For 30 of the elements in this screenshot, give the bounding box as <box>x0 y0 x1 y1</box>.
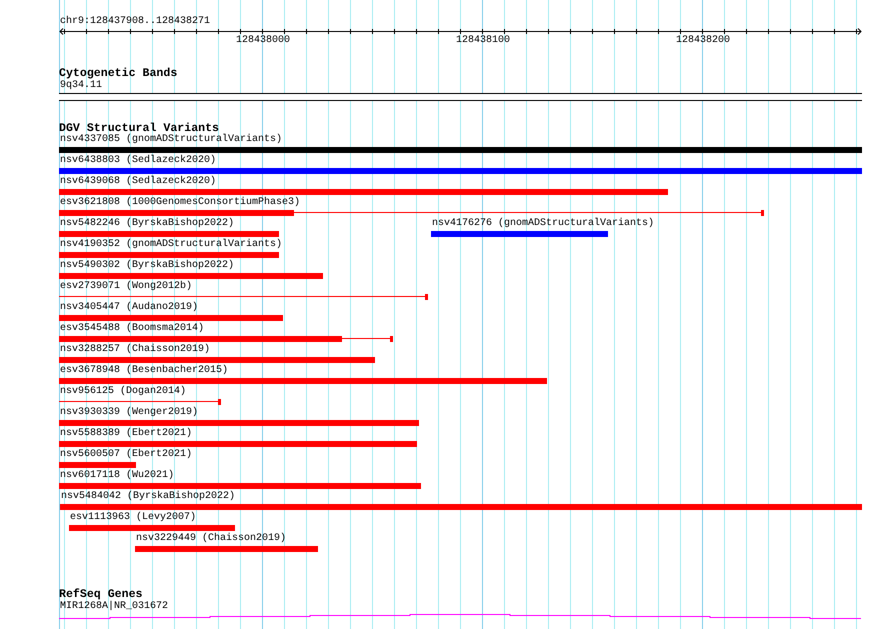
variant-label: esv1113963 (Levy2007) <box>69 513 196 523</box>
tick-label: 128438100 <box>456 36 510 46</box>
variant-label: nsv6017118 (Wu2021) <box>59 471 174 481</box>
tick-label: 128438200 <box>676 36 730 46</box>
variant-label: nsv3229449 (Chaisson2019) <box>135 534 286 544</box>
variant-label: nsv5588389 (Ebert2021) <box>59 429 192 439</box>
location-label: chr9:128437908..128438271 <box>59 17 210 27</box>
variant-label: nsv3405447 (Audano2019) <box>59 303 198 313</box>
variant-label: nsv5600507 (Ebert2021) <box>59 450 192 460</box>
variant-label: esv3678948 (Besenbacher2015) <box>59 366 228 376</box>
tick-label: 128438000 <box>236 36 290 46</box>
variant-label: nsv4337085 (gnomADStructuralVariants) <box>59 135 282 145</box>
variant-label: nsv6438803 (Sedlazeck2020) <box>59 156 216 166</box>
variant-label: nsv3288257 (Chaisson2019) <box>59 345 210 355</box>
variant-label: nsv956125 (Dogan2014) <box>59 387 186 397</box>
band-label: 9q34.11 <box>59 81 102 91</box>
variant-label: nsv5490302 (ByrskaBishop2022) <box>59 261 234 271</box>
variant-label: nsv5484042 (ByrskaBishop2022) <box>60 492 236 502</box>
variant-label: esv3545488 (Boomsma2014) <box>59 324 204 334</box>
variant-label: esv2739071 (Wong2012b) <box>59 282 192 292</box>
variant-label: nsv3930339 (Wenger2019) <box>59 408 198 418</box>
track-title: RefSeq Genes <box>59 589 142 601</box>
gene-label: MIR1268A|NR_031672 <box>59 602 168 612</box>
variant-label: nsv5482246 (ByrskaBishop2022) <box>59 219 234 229</box>
variant-label: nsv6439068 (Sedlazeck2020) <box>59 177 216 187</box>
track-title: Cytogenetic Bands <box>59 68 178 80</box>
variant-label: nsv4176276 (gnomADStructuralVariants) <box>431 219 654 229</box>
variant-label: esv3621808 (1000GenomesConsortiumPhase3) <box>59 198 300 208</box>
variant-label: nsv4190352 (gnomADStructuralVariants) <box>59 240 282 250</box>
track-title: DGV Structural Variants <box>59 123 220 135</box>
